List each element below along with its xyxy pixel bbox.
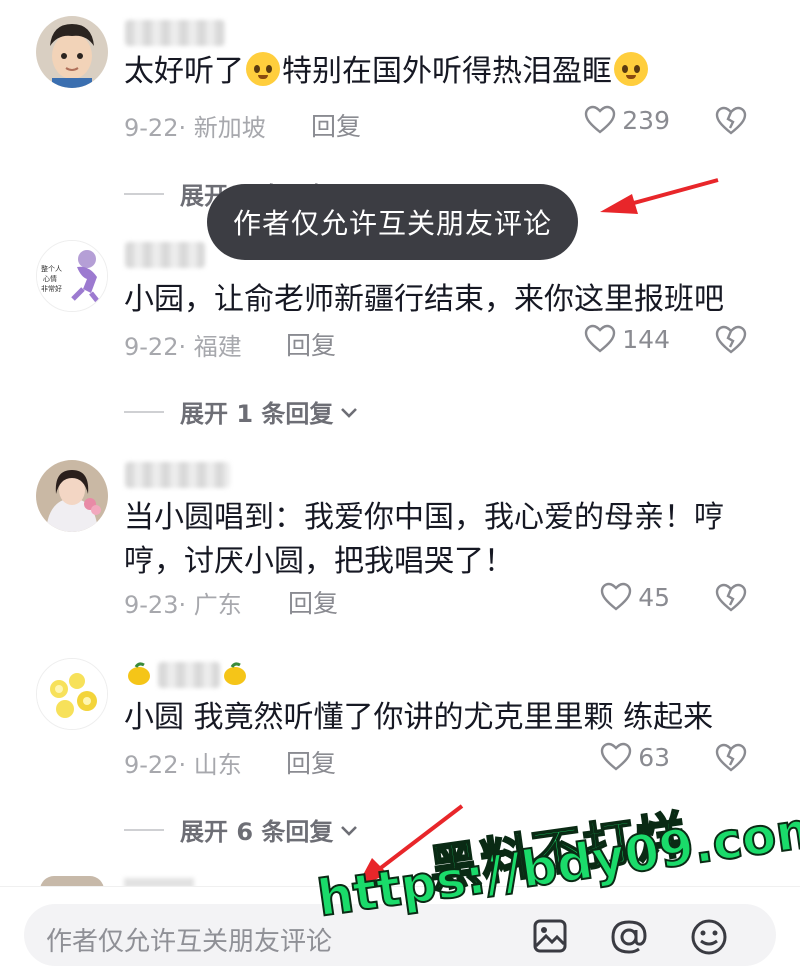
reply-button[interactable]: 回复 (286, 326, 336, 362)
svg-text:心情: 心情 (43, 274, 57, 283)
comment-date-location: 9-22· 福建 (124, 333, 242, 361)
like-count: 144 (622, 324, 670, 354)
at-icon (611, 920, 647, 954)
dislike-button[interactable] (714, 743, 748, 777)
avatar[interactable] (36, 16, 108, 88)
dislike-heart-icon (715, 325, 747, 354)
comment-text: 小圆 我竟然听懂了你讲的尤克里里颗 练起来 (124, 700, 714, 735)
reply-button[interactable]: 回复 (311, 107, 361, 143)
reply-button[interactable]: 回复 (286, 744, 336, 780)
dislike-heart-icon (715, 106, 747, 135)
username-blurred[interactable] (125, 462, 230, 488)
heart-icon (600, 742, 632, 771)
chevron-down-icon (341, 407, 358, 418)
emoji-button[interactable] (688, 916, 730, 962)
like-button[interactable]: 63 (600, 742, 670, 772)
svg-text:整个人: 整个人 (41, 264, 62, 273)
expand-replies-button[interactable]: 展开 6 条回复 (124, 812, 361, 847)
teary-face-emoji-icon (246, 52, 280, 86)
like-count: 63 (638, 742, 670, 772)
comment-item: 整个人 心情 非常好 小园，让俞老师新疆行结束，来你这里报班吧 9-22· 福建… (0, 230, 800, 440)
comment-date-location: 9-22· 新加坡 (124, 114, 266, 142)
like-count: 45 (638, 582, 670, 612)
dislike-heart-icon (715, 743, 747, 772)
comment-item: 当小圆唱到：我爱你中国，我心爱的母亲！哼哼，讨厌小圆，把我唱哭了！ 9-23· … (0, 450, 800, 630)
dislike-button[interactable] (714, 106, 748, 140)
username-blurred[interactable] (125, 20, 225, 46)
comment-date-location: 9-23· 广东 (124, 591, 242, 619)
comment-text: 小园，让俞老师新疆行结束，来你这里报班吧 (124, 282, 724, 317)
image-icon (533, 919, 567, 953)
like-count: 239 (622, 105, 670, 135)
lemon-icon (128, 662, 150, 685)
username-blur-bar (158, 662, 220, 688)
reply-button[interactable]: 回复 (288, 584, 338, 620)
avatar[interactable] (36, 658, 108, 730)
heart-icon (585, 105, 616, 134)
image-button[interactable] (530, 916, 570, 960)
mention-button[interactable] (608, 916, 650, 962)
dislike-button[interactable] (714, 583, 748, 617)
avatar[interactable]: 整个人 心情 非常好 (36, 240, 108, 312)
dislike-button[interactable] (714, 325, 748, 359)
username-blurred[interactable] (124, 658, 250, 692)
input-placeholder: 作者仅允许互关朋友评论 (46, 927, 333, 957)
divider-line (124, 828, 164, 831)
comment-date-location: 9-22· 山东 (124, 751, 242, 779)
heart-icon (585, 324, 616, 353)
divider-line (124, 192, 164, 195)
like-button[interactable]: 45 (600, 582, 670, 612)
username-blurred[interactable] (125, 242, 205, 268)
divider-line (124, 410, 164, 413)
comment-text: 太好听了 特别在国外听得热泪盈眶 (124, 50, 744, 94)
heart-icon (600, 582, 632, 611)
like-button[interactable]: 144 (584, 324, 670, 354)
expand-replies-button[interactable]: 展开 1 条回复 (124, 394, 361, 429)
comment-text: 当小圆唱到：我爱你中国，我心爱的母亲！哼哼，讨厌小圆，把我唱哭了！ (124, 500, 724, 579)
dislike-heart-icon (715, 583, 747, 612)
lemon-icon (224, 662, 246, 685)
avatar[interactable] (36, 460, 108, 532)
like-button[interactable]: 239 (584, 105, 670, 135)
svg-text:非常好: 非常好 (41, 284, 62, 293)
emoji-icon (691, 919, 727, 955)
chevron-down-icon (341, 825, 358, 836)
teary-face-emoji-icon (614, 52, 648, 86)
